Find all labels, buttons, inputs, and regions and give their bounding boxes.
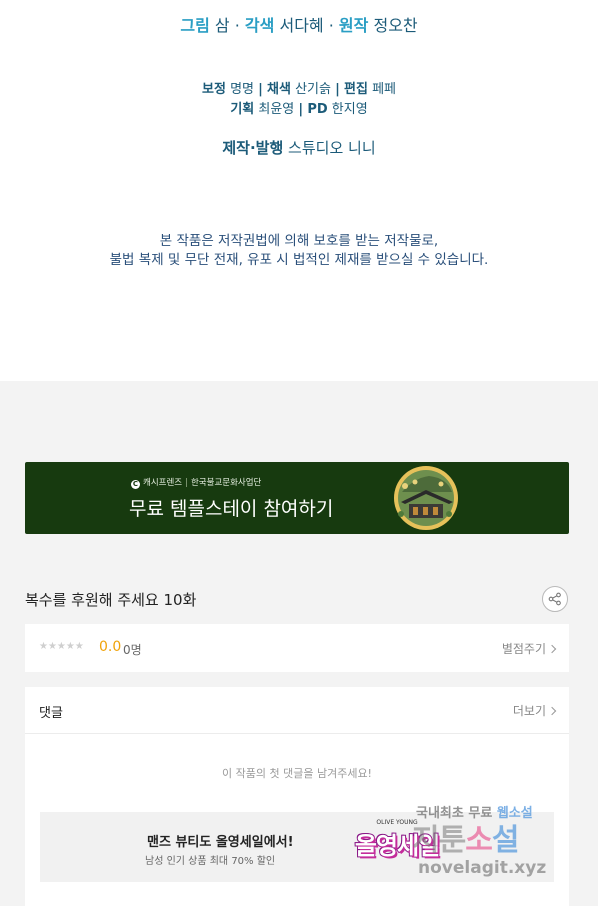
credits-line-art: 그림 삼 · 각색 서다혜 · 원작 정오찬: [0, 12, 598, 36]
separator: ·: [328, 16, 334, 35]
ad-title: 맨즈 뷰티도 올영세일에서!: [147, 835, 294, 850]
episode-title: 복수를 후원해 주세요 10화: [25, 591, 197, 609]
banner-title: 무료 템플스테이 참여하기: [129, 498, 334, 520]
color-name: 산기슭: [295, 82, 331, 97]
chevron-right-icon: [547, 706, 557, 716]
credits-line-staff: 보정 명명 | 채색 산기슭 | 편집 페페: [0, 78, 598, 97]
rating-card: ★★★★★ 0.0 0명 별점주기: [25, 624, 569, 672]
ad-logo-text: 올영세일: [354, 831, 441, 861]
share-button[interactable]: [542, 586, 568, 612]
edit-role: 편집: [344, 82, 368, 97]
separator: ·: [234, 16, 240, 35]
copyright-line-2: 불법 복제 및 무단 전재, 유포 시 법적인 제재를 받으실 수 있습니다.: [109, 252, 489, 268]
more-comments-button[interactable]: 더보기: [512, 702, 557, 719]
credits-line-planning: 기획 최윤영 | PD 한지영: [0, 98, 598, 117]
original-name: 정오찬: [373, 16, 418, 35]
copyright-line-1: 본 작품은 저작권법에 의해 보호를 받는 저작물로,: [159, 233, 439, 249]
pipe: |: [185, 478, 188, 488]
pd-name: 한지영: [331, 102, 368, 117]
adapt-role: 각색: [244, 16, 275, 35]
pipe: |: [298, 102, 304, 117]
comments-title: 댓글: [39, 706, 63, 721]
empty-comments-message: 이 작품의 첫 댓글을 남겨주세요!: [222, 767, 372, 780]
banner-sponsors: C 캐시프렌즈 | 한국불교문화사업단: [131, 476, 261, 489]
comments-header: 댓글 더보기: [25, 687, 569, 734]
art-role: 그림: [180, 16, 210, 35]
color-role: 채색: [267, 82, 291, 97]
sponsor-cashfriends: 캐시프렌즈: [143, 478, 183, 488]
temple-image-icon: [394, 466, 458, 530]
ad-subtitle: 남성 인기 상품 최대 70% 할인: [145, 856, 276, 867]
temple-stay-banner[interactable]: C 캐시프렌즈 | 한국불교문화사업단 무료 템플스테이 참여하기: [25, 462, 569, 534]
pd-role: PD: [307, 102, 328, 117]
ad-logo-tag: OLIVE YOUNG: [376, 819, 418, 826]
rate-label: 별점주기: [501, 642, 546, 656]
credits-section: 그림 삼 · 각색 서다혜 · 원작 정오찬 보정 명명 | 채색 산기슭 | …: [0, 0, 598, 381]
rate-button[interactable]: 별점주기: [501, 640, 557, 657]
production-role: 제작·발행: [222, 139, 284, 157]
comments-section: 댓글 더보기 이 작품의 첫 댓글을 남겨주세요! 맨즈 뷰티도 올영세일에서!…: [25, 687, 569, 906]
share-icon: [548, 592, 561, 606]
cashfriends-logo-icon: C: [131, 480, 140, 489]
planning-name: 최윤영: [258, 102, 295, 117]
chevron-right-icon: [547, 644, 557, 654]
oliveyoung-ad[interactable]: 맨즈 뷰티도 올영세일에서! 남성 인기 상품 최대 70% 할인 OLIVE …: [40, 812, 554, 882]
edit-name: 페페: [372, 82, 396, 97]
rating-score: 0.0: [99, 639, 122, 655]
pipe: |: [258, 82, 263, 97]
original-role: 원작: [338, 16, 369, 35]
credits-line-production: 제작·발행 스튜디오 니니: [0, 137, 598, 158]
rating-count: 0명: [123, 643, 142, 657]
planning-role: 기획: [230, 102, 255, 117]
art-name: 삼: [214, 16, 230, 35]
pipe: |: [335, 82, 340, 97]
star-rating-icon[interactable]: ★★★★★: [39, 641, 84, 652]
production-name: 스튜디오 니니: [288, 139, 376, 157]
ad-logo: OLIVE YOUNG 올영세일: [348, 818, 446, 878]
sponsor-buddhism-culture: 한국불교문화사업단: [190, 478, 262, 488]
correction-role: 보정: [202, 82, 226, 97]
correction-name: 명명: [230, 82, 254, 97]
more-label: 더보기: [512, 704, 546, 718]
adapt-name: 서다혜: [279, 16, 324, 35]
